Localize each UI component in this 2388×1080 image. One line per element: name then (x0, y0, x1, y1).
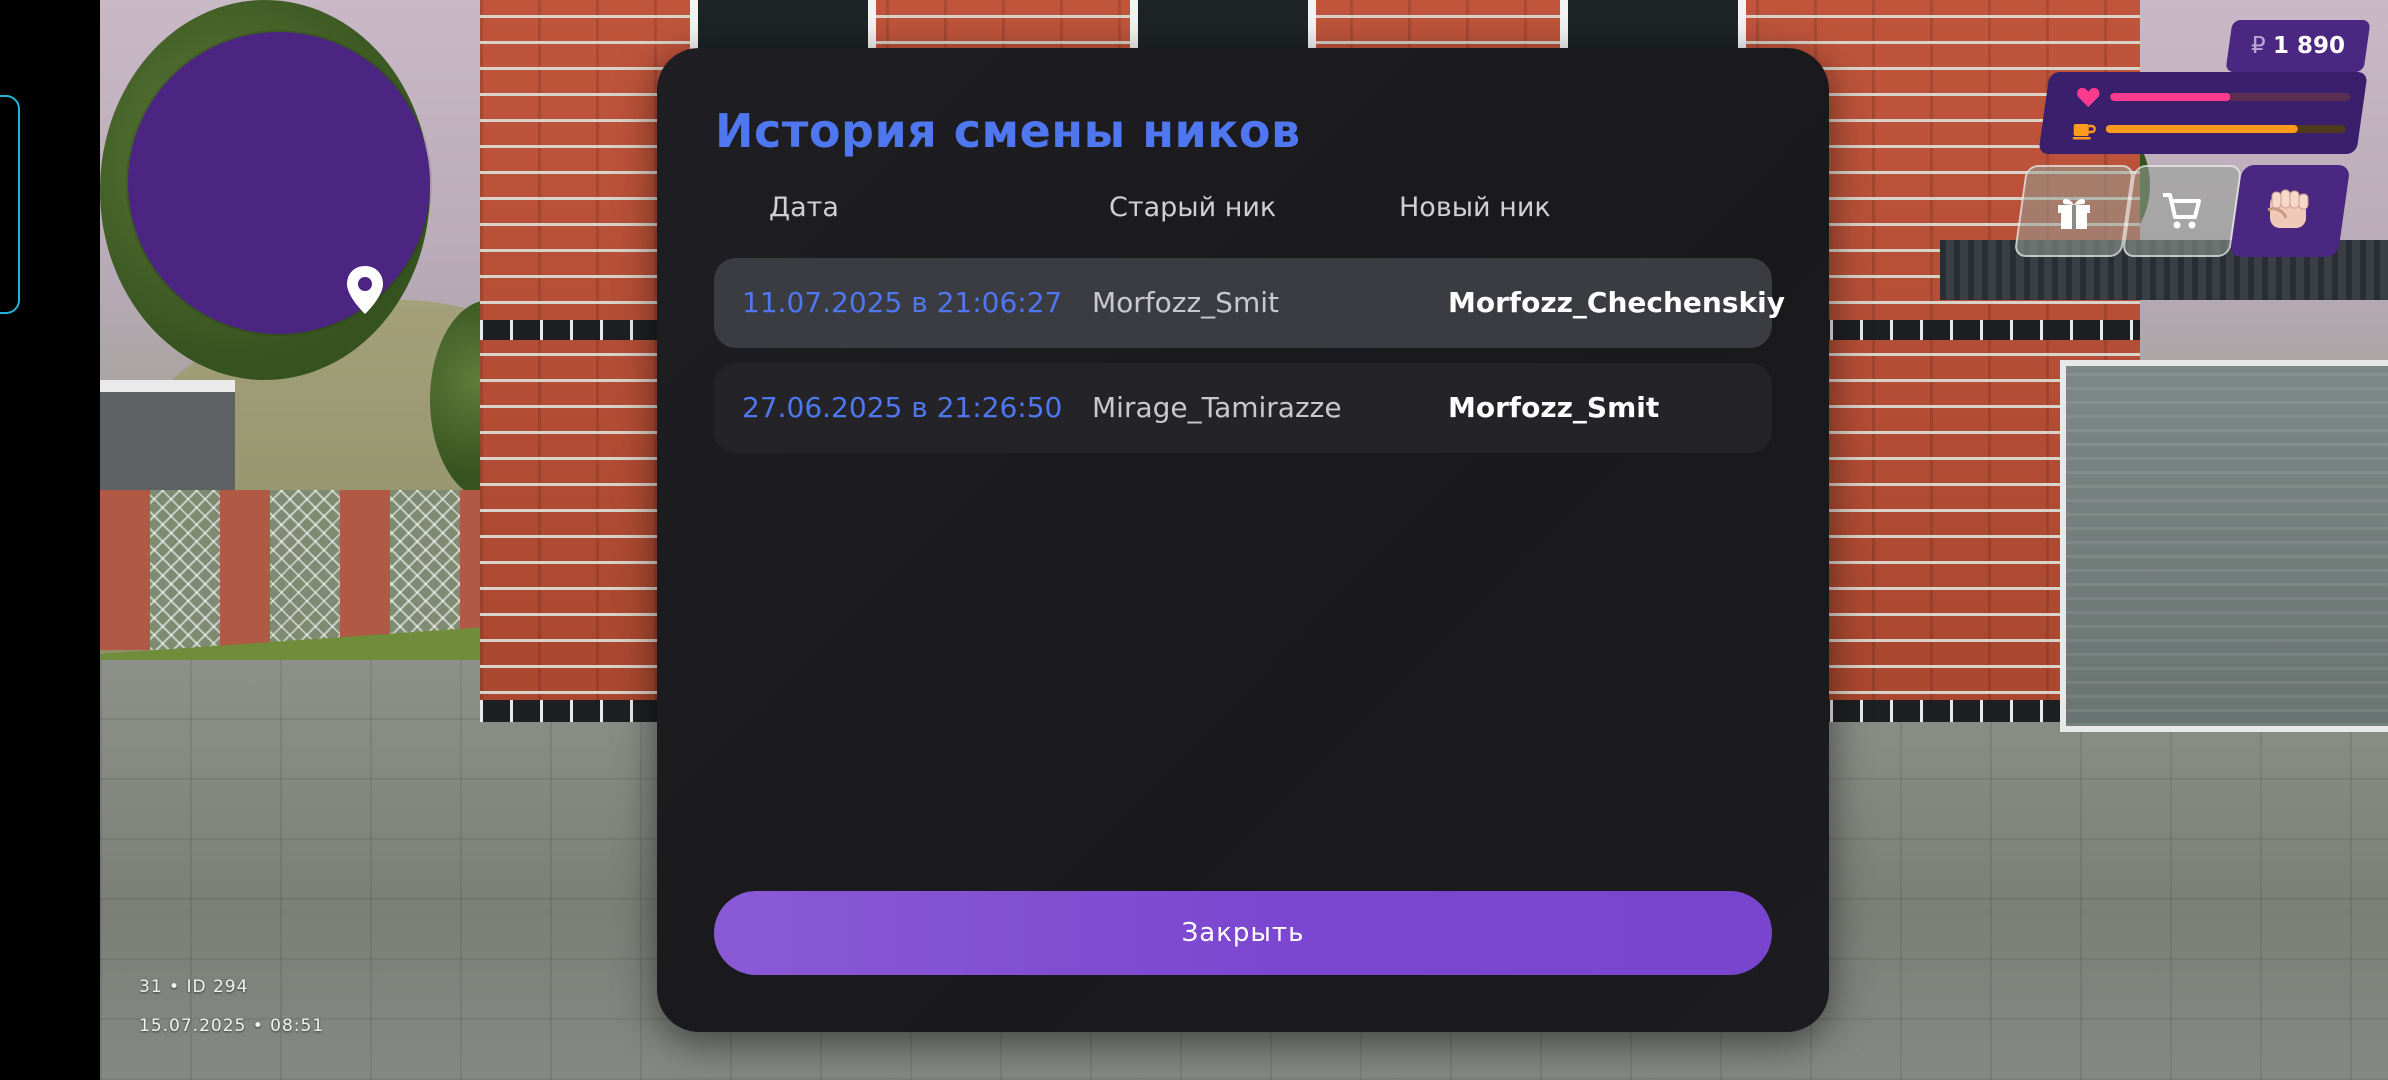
row-date: 27.06.2025 в 21:26:50 (742, 391, 1063, 424)
table-row[interactable]: 27.06.2025 в 21:26:50 Mirage_Tamirazze M… (714, 363, 1772, 453)
money-badge: ₽ 1 890 (2225, 20, 2371, 72)
row-old-nick: Mirage_Tamirazze (1092, 391, 1342, 424)
money-value: 1 890 (2273, 33, 2346, 59)
stats-panel (2038, 72, 2368, 154)
hunger-bar-fill (2105, 125, 2298, 133)
row-date: 11.07.2025 в 21:06:27 (742, 286, 1063, 319)
player-id-text: 31 • ID 294 (139, 977, 249, 997)
modal-title: История смены ников (715, 104, 1301, 158)
shop-button[interactable] (2121, 165, 2243, 257)
heart-icon (2077, 87, 2100, 107)
fist-weapon-button[interactable] (2229, 165, 2351, 257)
side-panel-tab[interactable] (0, 95, 20, 314)
column-header-old-nick: Старый ник (1109, 192, 1277, 223)
fence (100, 490, 480, 650)
coffee-icon (2072, 124, 2096, 140)
row-old-nick: Morfozz_Smit (1092, 286, 1279, 319)
row-new-nick: Morfozz_Smit (1448, 391, 1660, 424)
column-header-date: Дата (769, 192, 839, 223)
garage-door (2060, 360, 2388, 732)
health-bar (2110, 93, 2351, 101)
datetime-text: 15.07.2025 • 08:51 (139, 1016, 325, 1036)
gift-button[interactable] (2013, 165, 2135, 257)
left-bar (0, 0, 100, 1080)
row-new-nick: Morfozz_Chechenskiy (1448, 286, 1785, 319)
currency-symbol: ₽ (2250, 33, 2266, 59)
column-header-new-nick: Новый ник (1399, 192, 1551, 223)
health-bar-fill (2110, 93, 2231, 101)
table-row[interactable]: 11.07.2025 в 21:06:27 Morfozz_Smit Morfo… (714, 258, 1785, 348)
nick-history-modal: История смены ников Дата Старый ник Новы… (657, 48, 1829, 1032)
hunger-row (2072, 118, 2346, 140)
cart-icon (2163, 193, 2201, 229)
health-row (2076, 86, 2351, 108)
gift-icon (2058, 198, 2090, 229)
fist-icon (2267, 189, 2309, 228)
map-pin-icon[interactable] (345, 264, 385, 316)
close-button[interactable]: Закрыть (714, 891, 1772, 975)
hunger-bar (2105, 125, 2346, 133)
